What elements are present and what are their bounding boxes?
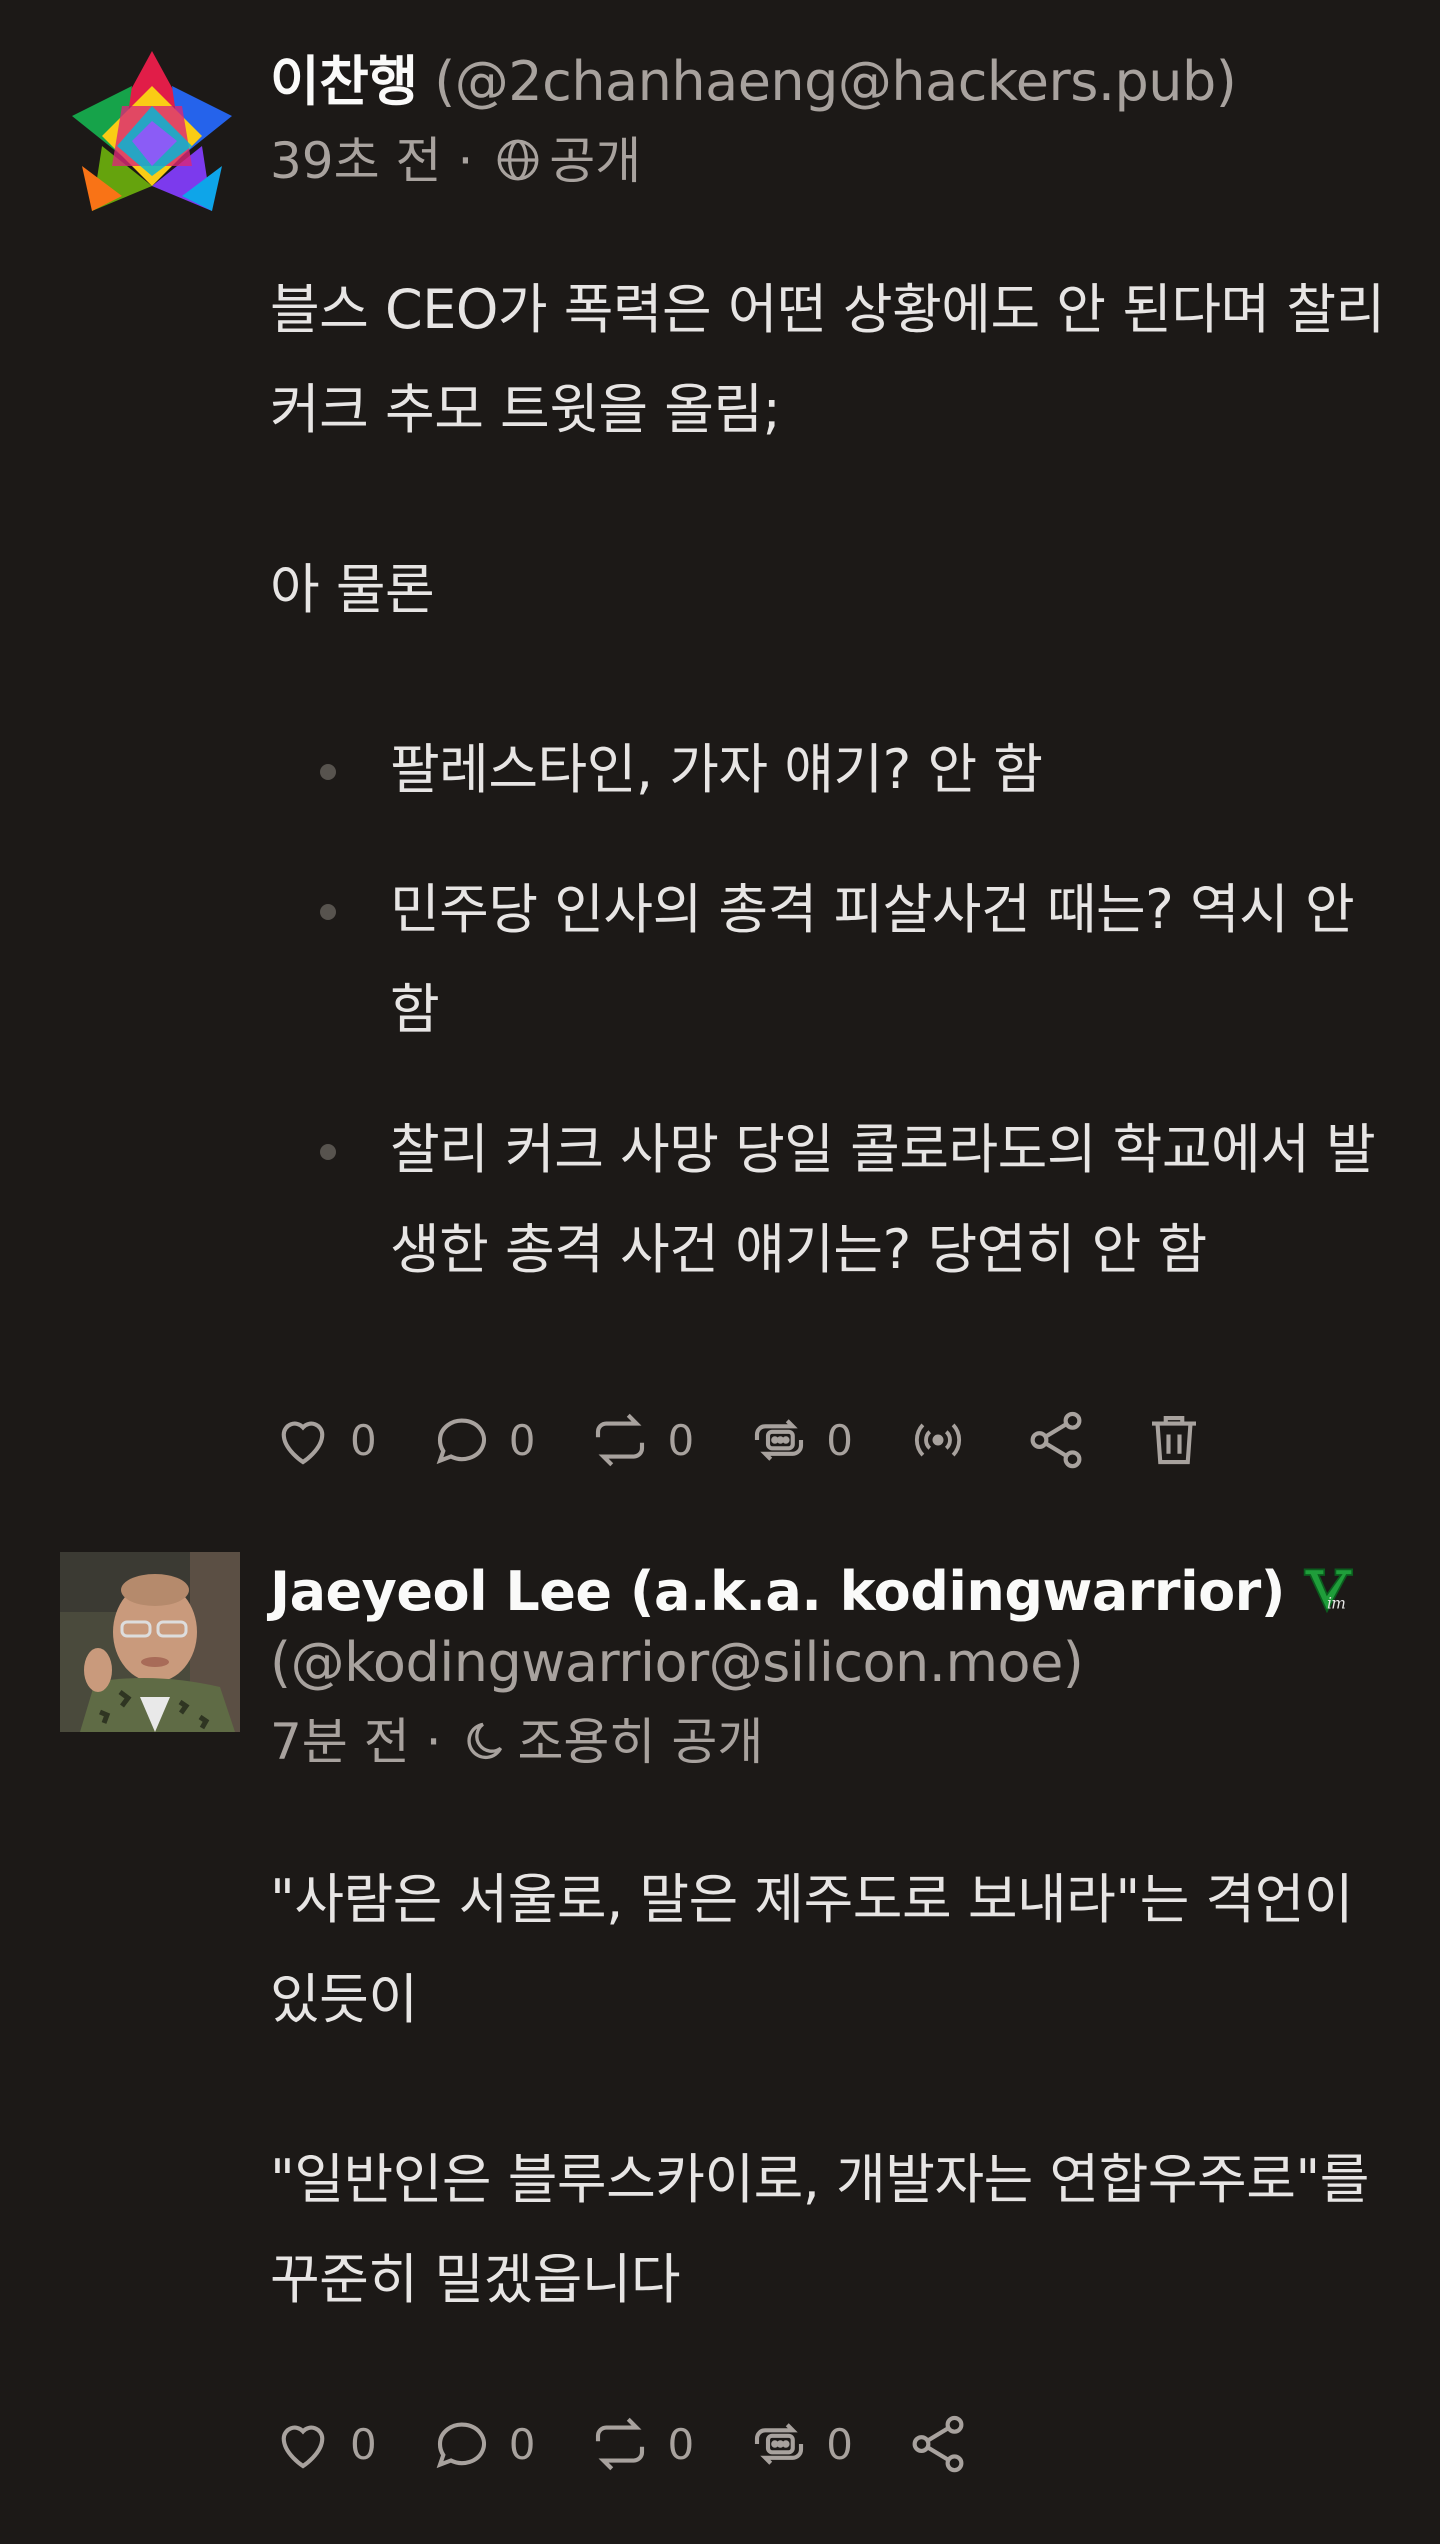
reply-button[interactable]: 0: [429, 1407, 536, 1473]
comment-icon: [436, 1418, 486, 1465]
paragraph: "사람은 서울로, 말은 제주도로 보내라"는 격언이 있듯이: [270, 1868, 1354, 2031]
bullet-dot: [320, 1144, 336, 1160]
broadcast-button[interactable]: [905, 1407, 971, 1473]
list-item: 찰리 커크 사망 당일 콜로라도의 학교에서 발생한 총격 사건 얘기는? 당연…: [270, 1100, 1400, 1300]
boost-button[interactable]: 0: [587, 1407, 694, 1473]
reply-button[interactable]: 0: [429, 2411, 536, 2477]
globe-icon: [493, 135, 543, 185]
like-count: 0: [350, 1415, 377, 1465]
post-meta: 7분 전 · 조용히 공개: [270, 1712, 1400, 1772]
broadcast-icon: [914, 1423, 961, 1457]
boost-count: 0: [667, 2419, 695, 2469]
reply-count: 0: [508, 2419, 536, 2469]
post-meta: 39초 전 · 공개: [270, 131, 1400, 191]
post-timestamp[interactable]: 39초 전: [270, 132, 442, 190]
repost-icon: [596, 1413, 645, 1467]
like-button[interactable]: 0: [270, 1407, 377, 1473]
visibility-label: 공개: [549, 131, 642, 190]
quote-icon: [755, 2423, 804, 2465]
list-item: 팔레스타인, 가자 얘기? 안 함: [270, 720, 1400, 820]
author-handle[interactable]: (@kodingwarrior@silicon.moe): [270, 1631, 1084, 1694]
quote-count: 0: [826, 2419, 853, 2469]
quote-button[interactable]: 0: [746, 2411, 853, 2477]
meta-separator: ·: [425, 1712, 442, 1771]
author-display-name[interactable]: Jaeyeol Lee (a.k.a. kodingwarrior): [270, 1560, 1286, 1623]
quote-icon: [755, 1419, 804, 1461]
post-actions: 0 0 0 0: [270, 1400, 1259, 1480]
bullet-dot: [320, 764, 336, 780]
post-card: 이찬행 (@2chanhaeng@hackers.pub) 39초 전 · 공개…: [0, 0, 1440, 1520]
meta-separator: ·: [457, 131, 474, 190]
moon-icon: [461, 1716, 511, 1766]
boost-button[interactable]: 0: [587, 2411, 694, 2477]
heart-icon: [281, 1421, 325, 1465]
share-button[interactable]: [905, 2411, 971, 2477]
boost-count: 0: [667, 1415, 695, 1465]
avatar-photo-icon: [60, 1552, 240, 1732]
avatar[interactable]: [62, 46, 242, 226]
paragraph: 블스 CEO가 폭력은 어떤 상황에도 안 된다며 찰리 커크 추모 트윗을 올…: [270, 278, 1385, 441]
heart-icon: [281, 2425, 325, 2469]
bullet-dot: [320, 904, 336, 920]
quote-button[interactable]: 0: [746, 1407, 853, 1473]
share-icon: [912, 2415, 964, 2473]
delete-button[interactable]: [1141, 1407, 1207, 1473]
vim-logo-icon: im: [1299, 1561, 1355, 1617]
avatar[interactable]: [60, 1552, 240, 1732]
post-content: 블스 CEO가 폭력은 어떤 상황에도 안 된다며 찰리 커크 추모 트윗을 올…: [270, 260, 1400, 1300]
post-content: "사람은 서울로, 말은 제주도로 보내라"는 격언이 있듯이 "일반인은 블루…: [270, 1850, 1400, 2330]
list-item: 민주당 인사의 총격 피살사건 때는? 역시 안 함: [270, 860, 1400, 1060]
avatar-polyhedron-icon: [72, 51, 232, 211]
author-handle[interactable]: (@2chanhaeng@hackers.pub): [434, 50, 1237, 113]
like-count: 0: [350, 2419, 377, 2469]
share-button[interactable]: [1023, 1407, 1089, 1473]
share-icon: [1030, 1411, 1082, 1469]
visibility-label: 조용히 공개: [517, 1712, 764, 1771]
bullet-list: 팔레스타인, 가자 얘기? 안 함 민주당 인사의 총격 피살사건 때는? 역시…: [270, 720, 1400, 1300]
paragraph: "일반인은 블루스카이로, 개발자는 연합우주로"를 꾸준히 밀겠읍니다: [270, 2148, 1369, 2311]
comment-icon: [436, 2422, 486, 2469]
post-card: Jaeyeol Lee (a.k.a. kodingwarrior) im (@…: [0, 1520, 1440, 2544]
author-line: 이찬행 (@2chanhaeng@hackers.pub): [270, 50, 1400, 115]
like-button[interactable]: 0: [270, 2411, 377, 2477]
paragraph: 아 물론: [270, 558, 435, 621]
reply-count: 0: [508, 1415, 536, 1465]
svg-text:im: im: [1327, 1595, 1345, 1613]
post-timestamp[interactable]: 7분 전: [270, 1713, 410, 1771]
author-display-name[interactable]: 이찬행: [270, 50, 418, 113]
quote-count: 0: [826, 1415, 853, 1465]
author-line: Jaeyeol Lee (a.k.a. kodingwarrior) im: [270, 1560, 1400, 1625]
repost-icon: [596, 2417, 645, 2471]
trash-icon: [1151, 1415, 1196, 1465]
post-actions: 0 0 0 0: [270, 2404, 1023, 2484]
